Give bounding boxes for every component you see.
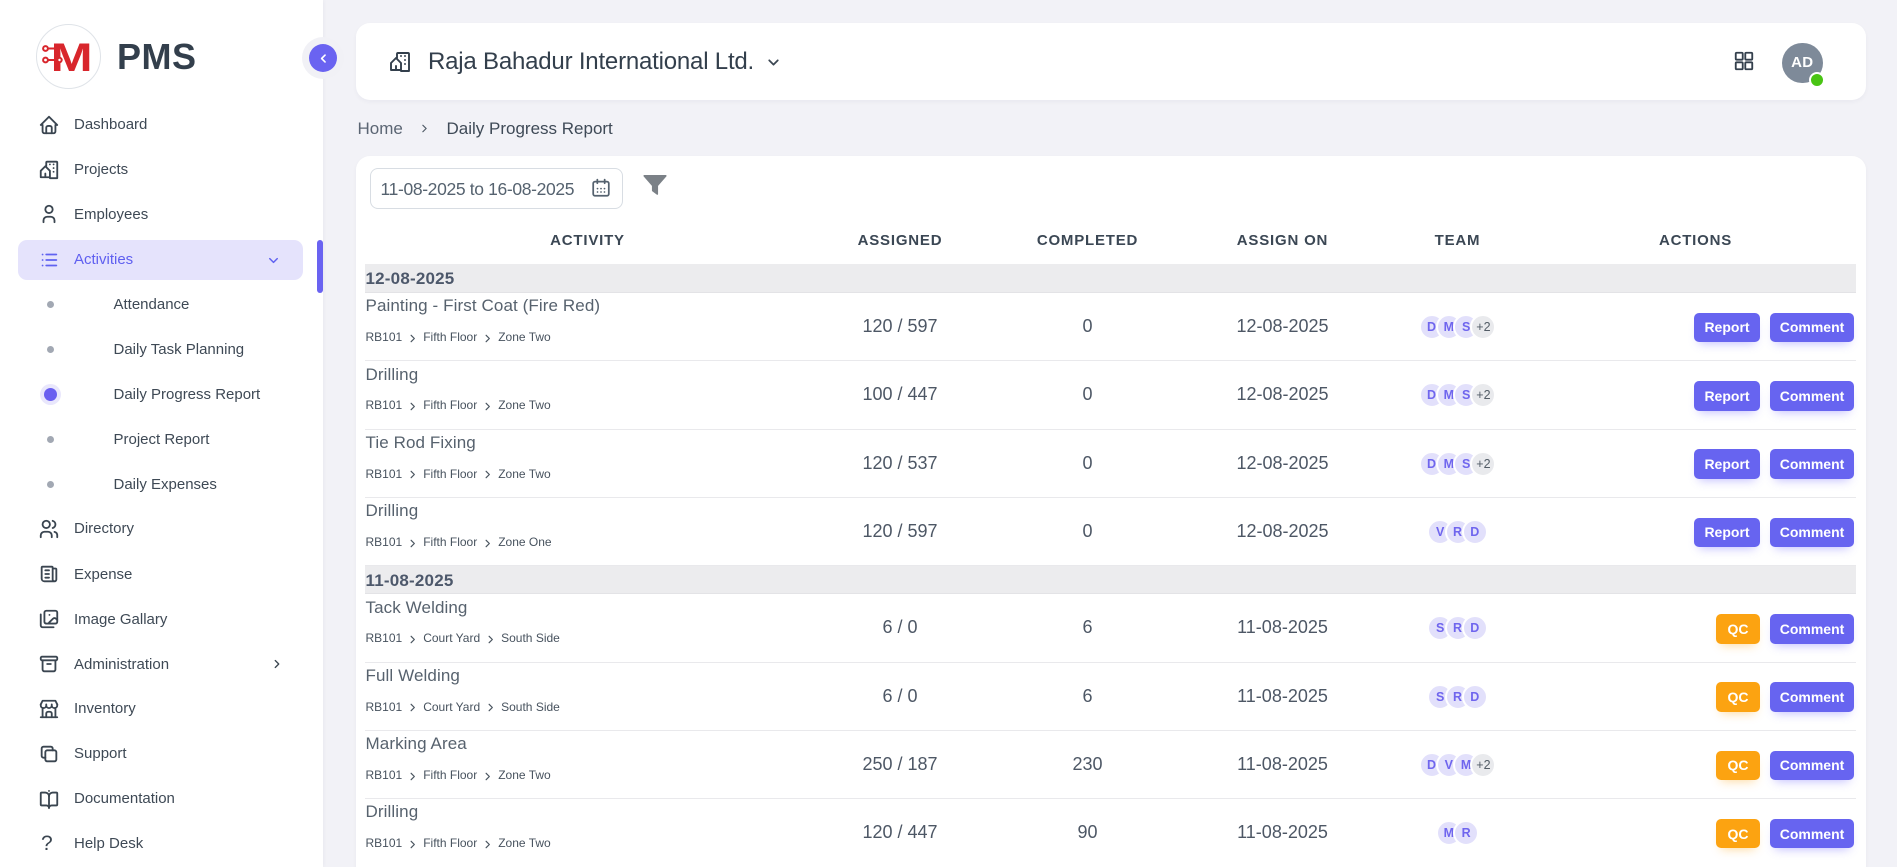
svg-text:M: M	[51, 35, 93, 80]
